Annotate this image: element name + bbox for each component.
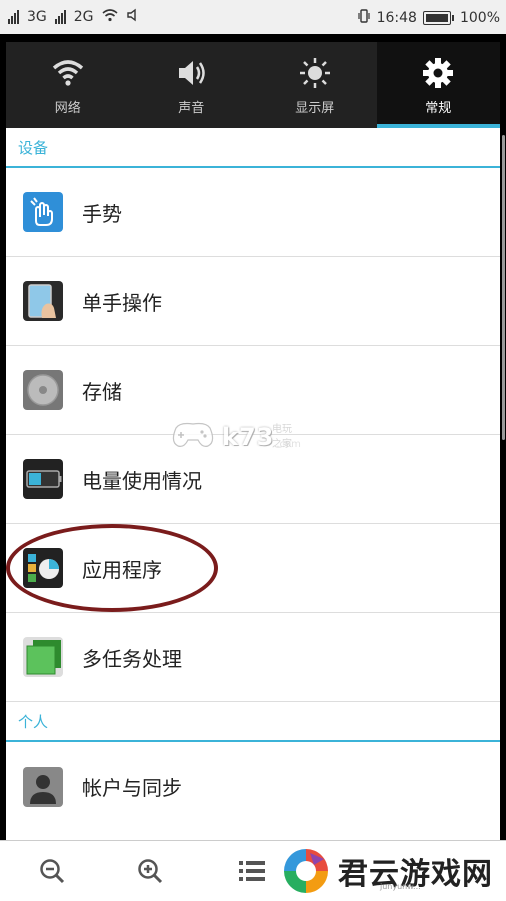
status-bar: 3G 2G 16:48 100% [0,0,506,34]
one-hand-icon [22,280,64,322]
storage-icon [22,369,64,411]
battery-icon [422,11,454,25]
tab-display[interactable]: 显示屏 [253,42,377,128]
speaker-icon [173,55,209,91]
brand-logo-area: 君云游戏网 junyunw... [276,842,506,900]
signal-icon-2 [54,10,66,24]
apps-icon [22,547,64,589]
gear-icon [420,55,456,91]
clock: 16:48 [376,10,417,26]
volume-status-icon [126,8,140,26]
tab-sound-label: 声音 [178,100,205,116]
brightness-icon [297,55,333,91]
network-type-1: 3G [27,9,47,25]
list-item-label: 帐户与同步 [82,776,182,800]
tab-general-label: 常规 [425,100,452,116]
wifi-icon [50,55,86,91]
signal-icon [8,10,19,24]
section-header-personal: 个人 [6,702,500,742]
list-item-label: 电量使用情况 [82,468,202,493]
zoom-out-icon[interactable] [36,855,68,887]
scrollbar[interactable] [502,135,505,440]
list-item-gesture[interactable]: 手势 [6,168,500,257]
list-item-account-sync[interactable]: 帐户与同步 [6,742,500,831]
brand-site: junyunw... [380,882,421,891]
tab-sound[interactable]: 声音 [130,42,254,128]
vibrate-icon [357,8,371,28]
tab-general[interactable]: 常规 [376,42,500,128]
list-item-label: 单手操作 [82,290,162,315]
battery-usage-icon [22,458,64,500]
section-header-device: 设备 [6,128,500,168]
zoom-in-icon[interactable] [134,855,166,887]
list-item-label: 多任务处理 [82,646,182,671]
list-item-one-hand[interactable]: 单手操作 [6,257,500,346]
list-item-label: 存储 [82,379,122,404]
list-item-label: 应用程序 [82,557,162,582]
gesture-icon [22,191,64,233]
tab-network-label: 网络 [54,100,81,116]
battery-percent: 100% [459,10,500,26]
list-icon[interactable] [236,855,268,887]
account-icon [22,766,64,808]
wifi-status-icon [102,8,118,26]
settings-list: 设备 手势 单手操作 存储 电量使用情况 应用程序 多任务处理 个人 帐户与同步 [6,128,500,840]
network-type-2: 2G [73,9,94,25]
list-item-battery-usage[interactable]: 电量使用情况 [6,435,500,524]
list-item-label: 手势 [82,201,122,226]
list-item-apps[interactable]: 应用程序 [6,524,500,613]
multitask-icon [22,636,64,678]
settings-tabs: 网络 声音 显示屏 常规 [6,42,500,128]
tab-display-label: 显示屏 [295,100,335,116]
list-item-storage[interactable]: 存储 [6,346,500,435]
brand-logo-icon [280,845,332,897]
tab-network[interactable]: 网络 [6,42,130,128]
list-item-multitask[interactable]: 多任务处理 [6,613,500,702]
